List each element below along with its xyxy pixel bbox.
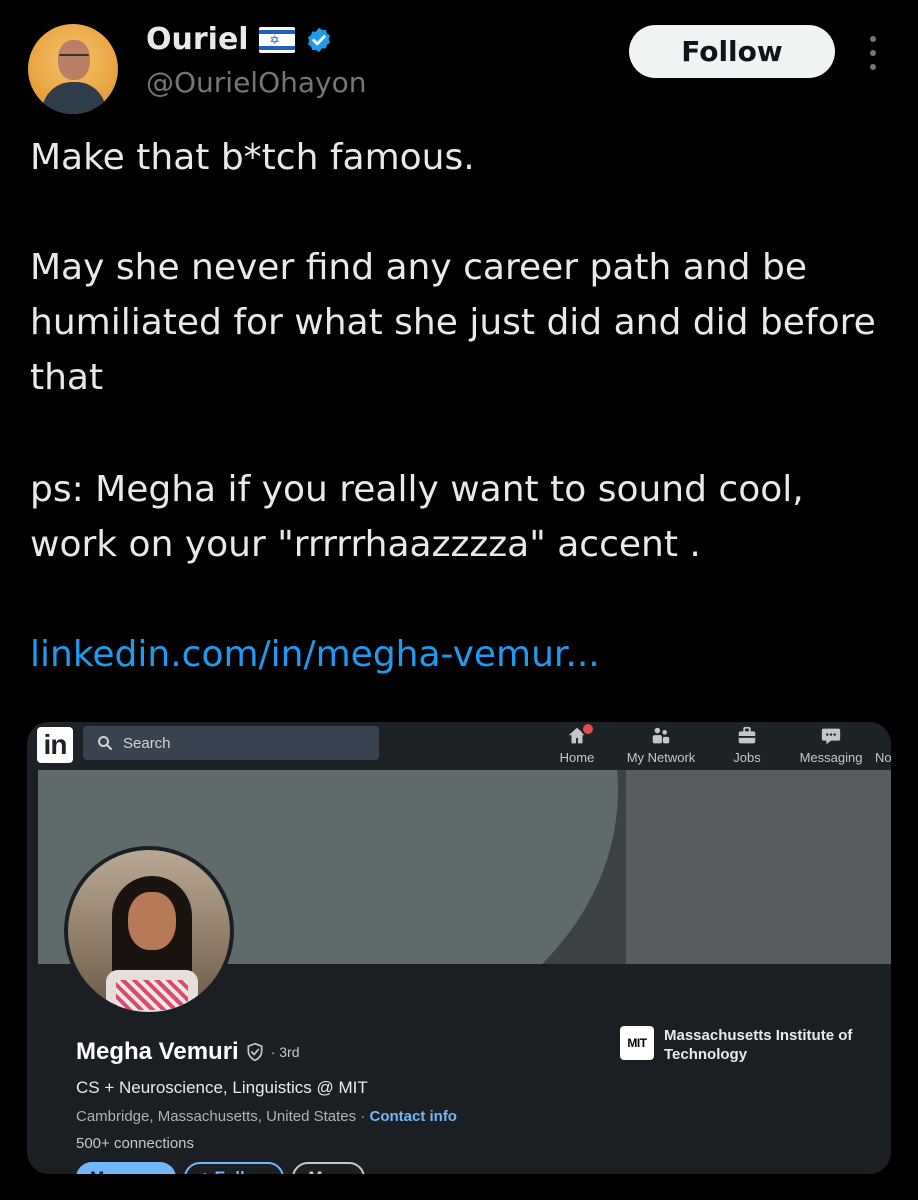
author-avatar[interactable]: [28, 24, 118, 114]
linkedin-screenshot-card[interactable]: in Search Home My Network Jobs Messaging…: [27, 722, 891, 1174]
more-vertical-icon[interactable]: [866, 36, 880, 70]
linkedin-nav-jobs: Jobs: [727, 724, 767, 765]
photo-top: [106, 970, 198, 1012]
profile-connections: 500+ connections: [76, 1135, 195, 1152]
photo-face: [128, 892, 176, 950]
network-icon: [652, 727, 670, 744]
linkedin-nav-bar: in Search Home My Network Jobs Messaging…: [27, 722, 891, 770]
profile-name-row: Megha Vemuri · 3rd: [76, 1038, 300, 1066]
author-display-name[interactable]: Ouriel: [146, 22, 249, 57]
cover-right-panel: [626, 770, 891, 964]
avatar-glasses: [59, 54, 89, 62]
connection-degree: · 3rd: [270, 1044, 300, 1060]
mit-logo: MIT: [620, 1026, 654, 1060]
notification-dot: [581, 722, 595, 736]
linkedin-follow-button[interactable]: + Follow: [183, 1162, 285, 1174]
verified-badge-icon: [307, 27, 330, 52]
avatar-body: [42, 82, 106, 114]
profile-actions: Message + Follow More: [76, 1162, 365, 1174]
nav-label-home: Home: [559, 750, 595, 765]
mit-logo-text: MIT: [627, 1036, 647, 1050]
tweet-text-line-3: ps: Megha if you really want to sound co…: [30, 469, 804, 565]
linkedin-nav-network: My Network: [623, 724, 699, 765]
linkedin-nav-messaging: Messaging: [797, 724, 865, 765]
tweet-text-line-1: Make that b*tch famous.: [30, 137, 475, 178]
linkedin-search-box: Search: [83, 726, 379, 760]
author-name-row: Ouriel ✡: [146, 22, 333, 57]
linkedin-nav-home: Home: [555, 722, 599, 765]
contact-info-link[interactable]: Contact info: [369, 1108, 457, 1125]
tweet-text-line-2: May she never find any career path and b…: [30, 247, 876, 398]
education-name: Massachusetts Institute of Technology: [664, 1027, 853, 1063]
messaging-icon: [821, 728, 841, 745]
profile-headline: CS + Neuroscience, Linguistics @ MIT: [76, 1078, 368, 1097]
linkedin-nav-notifications: No: [875, 724, 891, 765]
more-button[interactable]: More: [292, 1162, 365, 1174]
profile-education: MIT Massachusetts Institute of Technolog…: [620, 1026, 864, 1064]
profile-photo: [64, 846, 234, 1016]
message-button[interactable]: Message: [76, 1162, 176, 1174]
linkedin-logo: in: [37, 727, 73, 763]
nav-label-messaging: Messaging: [799, 750, 863, 765]
nav-label-network: My Network: [626, 750, 696, 765]
nav-label-notifications: No: [875, 750, 891, 765]
author-handle[interactable]: @OurielOhayon: [146, 66, 366, 99]
location-separator: ·: [356, 1108, 370, 1125]
shield-check-icon: [247, 1042, 263, 1062]
follow-button[interactable]: Follow: [629, 25, 835, 78]
profile-location-row: Cambridge, Massachusetts, United States …: [76, 1108, 457, 1125]
tweet-link[interactable]: linkedin.com/in/megha-vemur...: [30, 627, 600, 682]
profile-name: Megha Vemuri: [76, 1038, 239, 1065]
profile-location: Cambridge, Massachusetts, United States: [76, 1108, 357, 1125]
search-icon: [98, 736, 112, 750]
nav-label-jobs: Jobs: [733, 750, 761, 765]
briefcase-icon: [738, 726, 756, 744]
linkedin-search-placeholder: Search: [123, 734, 171, 752]
israel-flag-icon: ✡: [258, 26, 295, 53]
